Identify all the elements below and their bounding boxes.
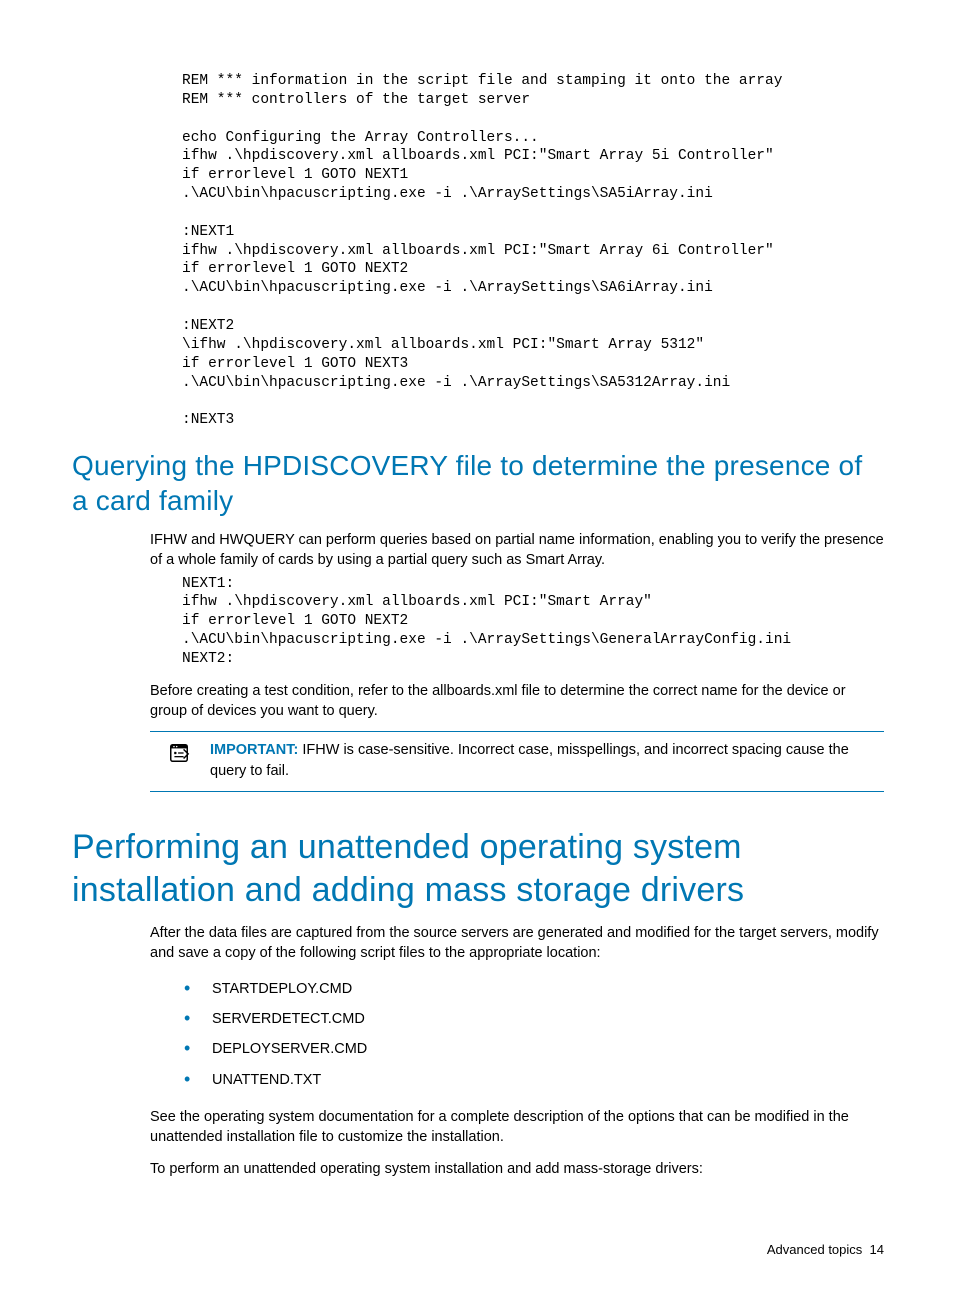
- important-label: IMPORTANT:: [210, 742, 298, 758]
- paragraph-after-data-files: After the data files are captured from t…: [150, 923, 884, 964]
- important-note-box: IMPORTANT: IFHW is case-sensitive. Incor…: [150, 731, 884, 792]
- important-body: IFHW is case-sensitive. Incorrect case, …: [210, 742, 849, 778]
- footer-page-number: 14: [870, 1242, 884, 1257]
- footer-section-title: Advanced topics: [767, 1242, 862, 1257]
- paragraph-to-perform: To perform an unattended operating syste…: [150, 1159, 884, 1179]
- heading-performing-unattended: Performing an unattended operating syste…: [72, 826, 884, 911]
- list-item: DEPLOYSERVER.CMD: [180, 1034, 884, 1064]
- paragraph-ifhw-hwquery: IFHW and HWQUERY can perform queries bas…: [150, 530, 884, 571]
- important-note-text: IMPORTANT: IFHW is case-sensitive. Incor…: [210, 740, 884, 781]
- code-block-array-controllers: REM *** information in the script file a…: [182, 72, 884, 430]
- paragraph-see-os-docs: See the operating system documentation f…: [150, 1107, 884, 1148]
- heading-querying-hpdiscovery: Querying the HPDISCOVERY file to determi…: [72, 448, 884, 518]
- list-item: STARTDEPLOY.CMD: [180, 974, 884, 1004]
- list-item: UNATTEND.TXT: [180, 1065, 884, 1095]
- code-block-partial-query: NEXT1: ifhw .\hpdiscovery.xml allboards.…: [182, 575, 894, 669]
- important-icon: [168, 742, 192, 769]
- list-item: SERVERDETECT.CMD: [180, 1004, 884, 1034]
- script-file-list: STARTDEPLOY.CMD SERVERDETECT.CMD DEPLOYS…: [180, 974, 884, 1095]
- page-footer: Advanced topics 14: [767, 1242, 884, 1257]
- paragraph-before-test-condition: Before creating a test condition, refer …: [150, 681, 884, 722]
